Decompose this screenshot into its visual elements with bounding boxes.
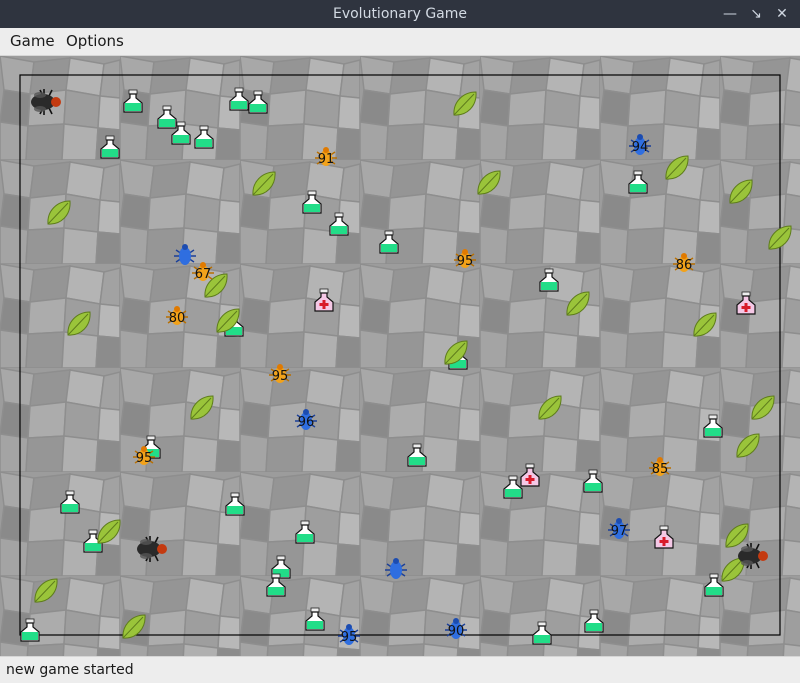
restore-icon[interactable]: ↘ — [744, 0, 768, 28]
title-bar: Evolutionary Game — ↘ ✕ — [0, 0, 800, 28]
creature-energy-label: 95 — [272, 369, 289, 384]
game-board[interactable]: 91 95 86 67 80 95 95 85 94 96 97 95 90 — [0, 56, 800, 656]
creature-energy-label: 85 — [652, 462, 669, 477]
creature-energy-label: 94 — [632, 140, 649, 155]
creature-energy-label: 95 — [457, 254, 474, 269]
window-title: Evolutionary Game — [332, 6, 468, 22]
close-icon[interactable]: ✕ — [770, 0, 794, 28]
creature-energy-label: 67 — [195, 267, 212, 282]
creature-energy-label: 90 — [448, 624, 465, 639]
creature-energy-label: 91 — [318, 152, 335, 167]
creature-energy-label: 95 — [341, 630, 358, 645]
creature-energy-label: 97 — [611, 524, 628, 539]
status-bar: new game started — [0, 656, 800, 683]
status-message: new game started — [6, 662, 134, 678]
creature-energy-label: 80 — [169, 311, 186, 326]
creature-energy-label: 96 — [298, 415, 315, 430]
minimize-icon[interactable]: — — [718, 0, 742, 28]
creature-energy-label: 86 — [676, 258, 693, 273]
menu-bar: Game Options — [0, 28, 800, 56]
creature-energy-label: 95 — [136, 451, 153, 466]
menu-options[interactable]: Options — [66, 28, 124, 55]
menu-game[interactable]: Game — [10, 28, 55, 55]
